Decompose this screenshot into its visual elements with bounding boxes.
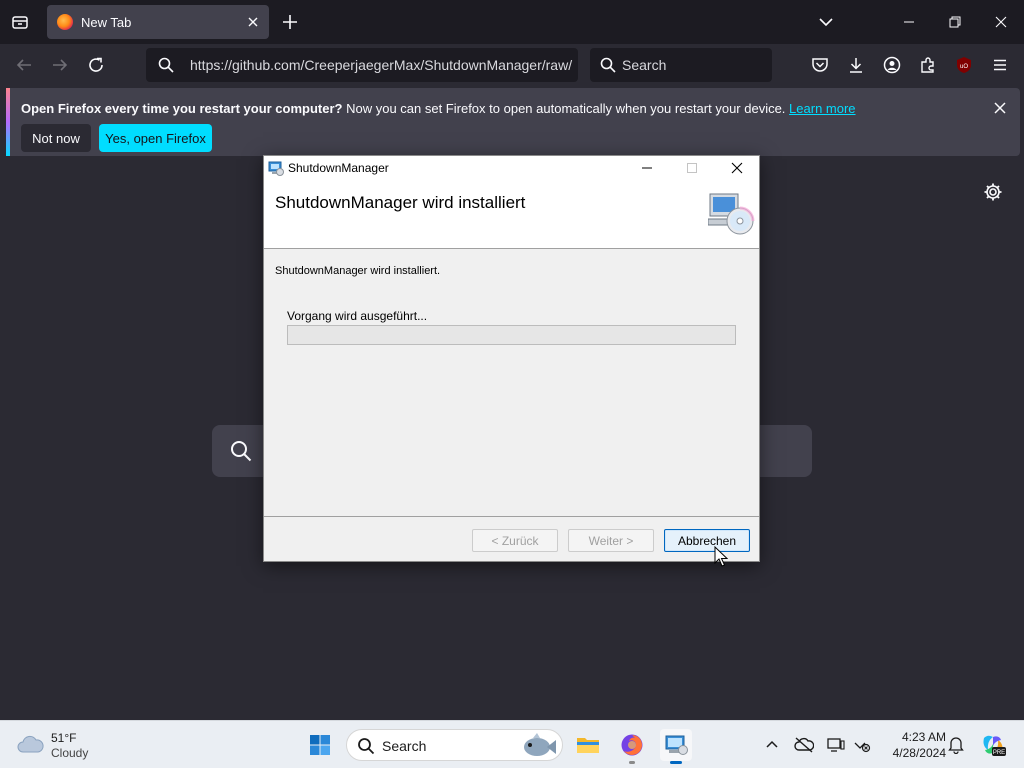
computer-cd-icon: [707, 192, 756, 236]
tab-new-tab[interactable]: New Tab: [47, 5, 269, 39]
web-search-bar[interactable]: Search: [590, 48, 772, 82]
weather-condition: Cloudy: [51, 746, 89, 760]
default-browser-notification: Open Firefox every time you restart your…: [6, 88, 1020, 156]
install-status-text: ShutdownManager wird installiert.: [275, 265, 441, 277]
address-bar[interactable]: https://github.com/CreeperjaegerMax/Shut…: [146, 48, 578, 82]
ublock-origin-icon[interactable]: uO: [954, 55, 974, 75]
running-indicator: [629, 761, 635, 764]
learn-more-link[interactable]: Learn more: [789, 101, 855, 116]
cloud-icon: [16, 733, 44, 760]
weather-widget[interactable]: 51°F Cloudy: [16, 729, 106, 761]
onedrive-offline-icon[interactable]: [794, 735, 814, 755]
dialog-minimize-icon[interactable]: [624, 156, 670, 180]
taskbar-search-box[interactable]: Search: [346, 729, 563, 761]
firefox-taskbar-icon[interactable]: [616, 729, 648, 764]
back-arrow-icon[interactable]: [14, 55, 34, 75]
new-tab-plus-icon[interactable]: [280, 12, 300, 32]
dialog-title-bar[interactable]: ShutdownManager: [264, 156, 759, 180]
windows-taskbar: 51°F Cloudy Search 4:23 AM 4/28/2024 PRE: [0, 720, 1024, 768]
downloads-icon[interactable]: [846, 55, 866, 75]
dialog-close-icon[interactable]: [714, 156, 760, 180]
installer-dialog: ShutdownManager ShutdownManager wird ins…: [263, 155, 760, 562]
forward-arrow-icon[interactable]: [50, 55, 70, 75]
notification-bold-text: Open Firefox every time you restart your…: [21, 101, 343, 116]
network-disconnected-icon[interactable]: [852, 735, 872, 755]
gear-icon[interactable]: [983, 182, 1003, 202]
chevron-down-icon[interactable]: [816, 12, 836, 32]
clock-date: 4/28/2024: [892, 746, 946, 760]
system-clock[interactable]: 4:23 AM 4/28/2024: [880, 729, 946, 761]
browser-tab-bar: New Tab: [0, 0, 1024, 44]
pocket-icon[interactable]: [810, 55, 830, 75]
menu-hamburger-icon[interactable]: [990, 55, 1010, 75]
notification-bell-icon[interactable]: [946, 735, 966, 755]
shutdownmanager-installer-taskbar-icon[interactable]: [660, 729, 692, 764]
svg-text:uO: uO: [960, 64, 968, 70]
dialog-maximize-icon: [669, 156, 715, 180]
dialog-heading: ShutdownManager wird installiert: [275, 193, 526, 212]
dialog-header: ShutdownManager wird installiert: [264, 180, 759, 249]
back-button: < Zurück: [472, 529, 558, 552]
yes-open-firefox-button[interactable]: Yes, open Firefox: [99, 124, 212, 152]
browser-navigation-bar: https://github.com/CreeperjaegerMax/Shut…: [0, 44, 1024, 86]
start-button[interactable]: [304, 729, 336, 761]
reload-icon[interactable]: [86, 55, 106, 75]
close-window-icon[interactable]: [978, 0, 1024, 44]
close-notification-icon[interactable]: [994, 101, 1006, 119]
tab-title: New Tab: [81, 14, 132, 30]
firefox-favicon-icon: [57, 14, 73, 30]
extensions-icon[interactable]: [918, 55, 938, 75]
display-icon[interactable]: [826, 735, 846, 755]
progress-label: Vorgang wird ausgeführt...: [287, 309, 428, 323]
copilot-preview-icon[interactable]: PRE: [980, 732, 1006, 758]
minimize-window-icon[interactable]: [886, 0, 932, 44]
list-all-tabs-icon[interactable]: [8, 10, 32, 34]
file-explorer-icon[interactable]: [572, 729, 604, 761]
active-indicator: [670, 761, 682, 764]
taskbar-search-placeholder: Search: [382, 738, 427, 754]
search-placeholder: Search: [622, 57, 667, 73]
account-icon[interactable]: [882, 55, 902, 75]
not-now-button[interactable]: Not now: [21, 124, 91, 152]
dialog-window-title: ShutdownManager: [288, 161, 389, 175]
install-progress-bar: [287, 325, 736, 345]
search-icon: [357, 737, 375, 760]
next-button: Weiter >: [568, 529, 654, 552]
notification-text: Now you can set Firefox to open automati…: [342, 101, 790, 116]
search-icon: [158, 57, 174, 78]
dialog-separator: [264, 516, 759, 517]
chevron-up-icon[interactable]: [762, 735, 782, 755]
search-icon: [230, 440, 252, 467]
clock-time: 4:23 AM: [901, 730, 946, 744]
svg-text:PRE: PRE: [993, 750, 1005, 756]
mouse-cursor-icon: [714, 545, 729, 568]
installer-app-icon: [268, 160, 284, 176]
search-highlight-fish-icon: [517, 732, 557, 760]
weather-temperature: 51°F: [51, 731, 77, 745]
url-text[interactable]: https://github.com/CreeperjaegerMax/Shut…: [190, 57, 575, 73]
restore-window-icon[interactable]: [932, 0, 978, 44]
close-tab-icon[interactable]: [245, 14, 261, 30]
cancel-button[interactable]: Abbrechen: [664, 529, 750, 552]
search-icon: [600, 57, 616, 78]
notification-message: Open Firefox every time you restart your…: [21, 101, 856, 116]
